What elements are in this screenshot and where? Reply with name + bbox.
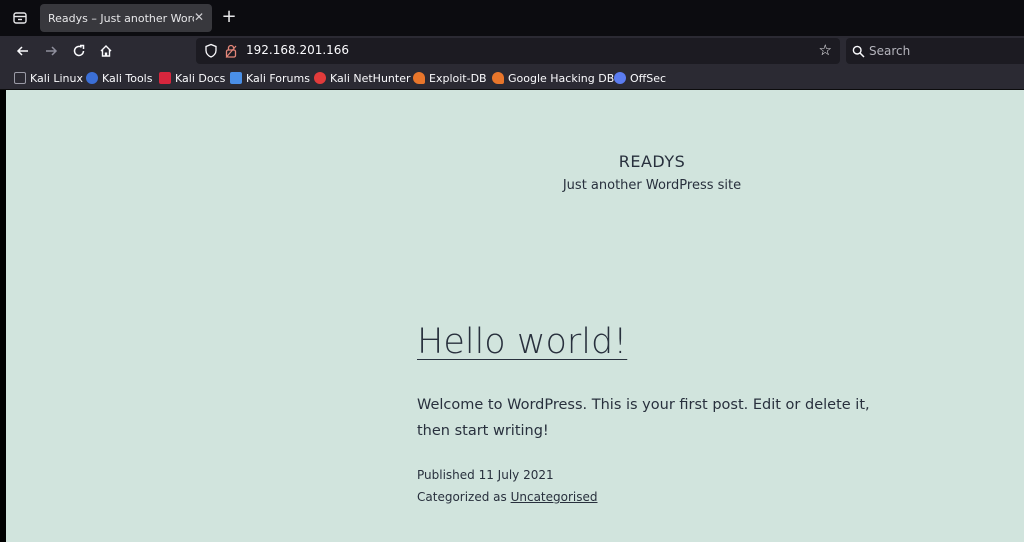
home-icon[interactable] bbox=[95, 40, 117, 62]
reload-icon[interactable] bbox=[68, 40, 90, 62]
kali-tools-icon bbox=[86, 72, 98, 84]
back-arrow-icon[interactable] bbox=[12, 40, 34, 62]
bookmark-kali-tools[interactable]: Kali Tools bbox=[86, 70, 152, 86]
wordpress-page: READYS Just another WordPress site Hello… bbox=[6, 90, 1024, 542]
close-icon[interactable]: ✕ bbox=[192, 10, 206, 24]
post-category-line: Categorized as Uncategorised bbox=[417, 490, 598, 504]
bookmark-offsec[interactable]: OffSec bbox=[614, 70, 666, 86]
kali-forums-icon bbox=[230, 72, 242, 84]
tab-title: Readys – Just another WordP bbox=[48, 11, 194, 25]
bookmark-google-hacking-db[interactable]: Google Hacking DB bbox=[492, 70, 614, 86]
shield-icon[interactable] bbox=[204, 43, 218, 63]
search-icon bbox=[852, 43, 865, 62]
kali-dragon-icon bbox=[14, 72, 26, 84]
site-title[interactable]: READYS bbox=[6, 152, 1024, 171]
post-published-date: Published 11 July 2021 bbox=[417, 468, 554, 482]
browser-tab[interactable]: Readys – Just another WordP ✕ bbox=[40, 4, 212, 32]
tab-strip: Readys – Just another WordP ✕ + bbox=[0, 0, 1024, 36]
navigation-toolbar: 192.168.201.166 ☆ Search bbox=[0, 36, 1024, 66]
category-link[interactable]: Uncategorised bbox=[511, 490, 598, 504]
forward-arrow-icon[interactable] bbox=[40, 40, 62, 62]
bookmark-kali-docs[interactable]: Kali Docs bbox=[159, 70, 225, 86]
bookmark-kali-nethunter[interactable]: Kali NetHunter bbox=[314, 70, 411, 86]
post-body: Welcome to WordPress. This is your first… bbox=[417, 397, 870, 439]
category-prefix: Categorized as bbox=[417, 490, 511, 504]
insecure-lock-icon[interactable] bbox=[225, 43, 237, 63]
site-description: Just another WordPress site bbox=[562, 178, 742, 193]
post-title-link[interactable]: Hello world! bbox=[417, 322, 627, 362]
list-all-tabs-icon[interactable] bbox=[8, 6, 32, 30]
bookmark-star-icon[interactable]: ☆ bbox=[819, 42, 832, 58]
bookmark-kali-linux[interactable]: Kali Linux bbox=[14, 70, 83, 86]
kali-nethunter-icon bbox=[314, 72, 326, 84]
browser-viewport: READYS Just another WordPress site Hello… bbox=[0, 90, 1024, 542]
exploit-db-icon bbox=[413, 72, 425, 84]
kali-docs-icon bbox=[159, 72, 171, 84]
bookmark-exploit-db[interactable]: Exploit-DB bbox=[413, 70, 487, 86]
url-text: 192.168.201.166 bbox=[246, 43, 350, 57]
ghdb-icon bbox=[492, 72, 504, 84]
search-placeholder: Search bbox=[869, 44, 911, 58]
bookmark-kali-forums[interactable]: Kali Forums bbox=[230, 70, 310, 86]
new-tab-plus-icon[interactable]: + bbox=[218, 6, 240, 28]
bookmarks-toolbar: Kali Linux Kali Tools Kali Docs Kali For… bbox=[0, 66, 1024, 90]
url-bar[interactable]: 192.168.201.166 ☆ bbox=[196, 38, 840, 64]
search-bar[interactable]: Search bbox=[846, 38, 1024, 64]
offsec-icon bbox=[614, 72, 626, 84]
